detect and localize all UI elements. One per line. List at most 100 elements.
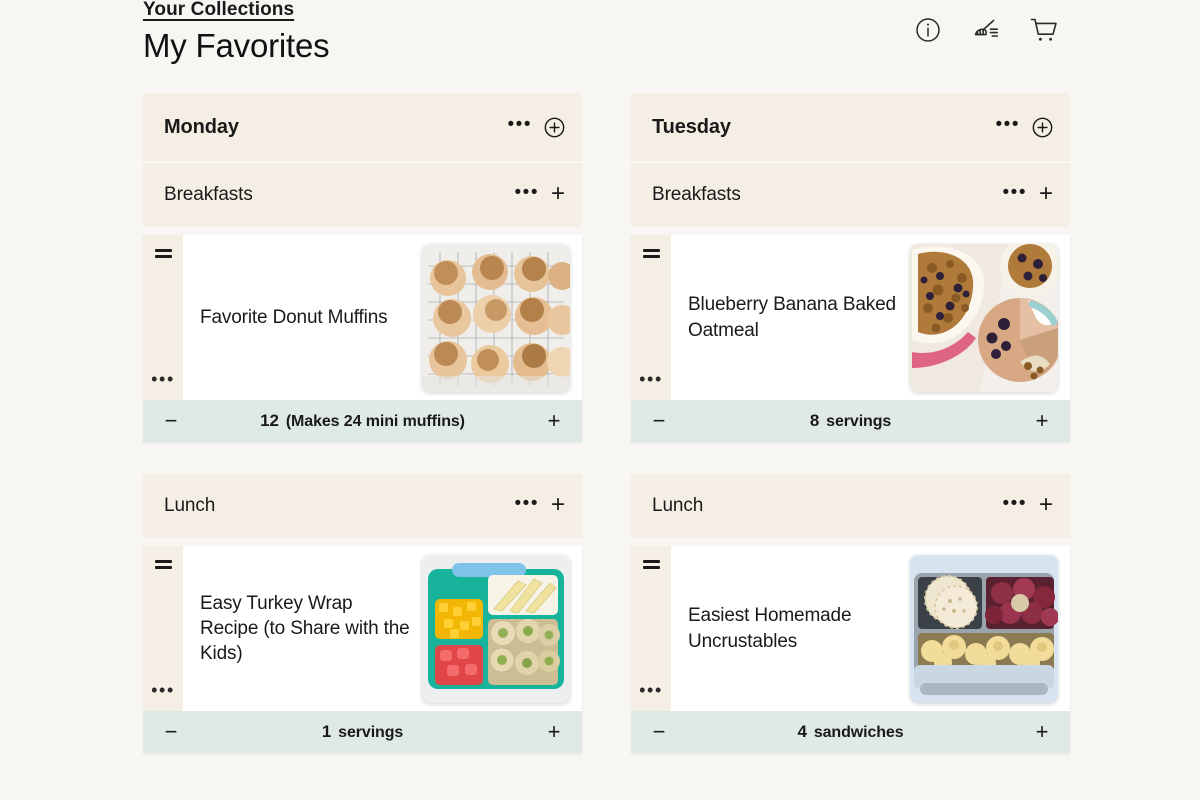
day-more-options-icon[interactable]: ••• bbox=[996, 115, 1020, 140]
servings-quantity: 1 bbox=[321, 722, 332, 741]
recipe-title[interactable]: Easiest Homemade Uncrustables bbox=[688, 603, 900, 653]
recipe-card-body: ••• Blueberry Banana Baked Oatmeal bbox=[631, 235, 1070, 400]
servings-value: 8 servings bbox=[670, 411, 1031, 431]
recipe-card-wrap: ••• Blueberry Banana Baked Oatmeal − 8 s… bbox=[631, 235, 1070, 442]
meal-section-title: Breakfasts bbox=[164, 184, 253, 205]
recipe-card[interactable]: ••• Easy Turkey Wrap Recipe (to Share wi… bbox=[143, 546, 582, 753]
recipe-card[interactable]: ••• Blueberry Banana Baked Oatmeal − 8 s… bbox=[631, 235, 1070, 442]
drag-handle-icon[interactable] bbox=[642, 249, 660, 258]
app-root: Your Collections My Favorites Monday •••… bbox=[0, 0, 1200, 800]
day-header-actions: ••• bbox=[508, 115, 565, 140]
meal-header-actions: ••• + bbox=[1003, 492, 1053, 520]
recipe-card-body: ••• Easy Turkey Wrap Recipe (to Share wi… bbox=[143, 546, 582, 711]
recipe-card-main: Blueberry Banana Baked Oatmeal bbox=[671, 235, 1070, 400]
servings-value: 12 (Makes 24 mini muffins) bbox=[182, 411, 543, 431]
meal-section-header: Lunch ••• + bbox=[631, 474, 1070, 538]
meal-add-icon[interactable]: + bbox=[551, 492, 565, 520]
recipe-card-main: Easiest Homemade Uncrustables bbox=[671, 546, 1070, 711]
meal-add-icon[interactable]: + bbox=[1039, 181, 1053, 209]
info-icon[interactable] bbox=[913, 14, 943, 46]
recipe-card-wrap: ••• Favorite Donut Muffins − 12 (Makes 2… bbox=[143, 235, 582, 442]
decrease-servings-button[interactable]: − bbox=[160, 410, 182, 432]
day-column-tuesday: Tuesday ••• Breakfasts ••• + ••• Blueber… bbox=[631, 93, 1070, 785]
meal-add-icon[interactable]: + bbox=[1039, 492, 1053, 520]
recipe-title[interactable]: Blueberry Banana Baked Oatmeal bbox=[688, 292, 900, 342]
increase-servings-button[interactable]: + bbox=[543, 410, 565, 432]
servings-quantity: 12 bbox=[260, 411, 279, 430]
recipe-title[interactable]: Easy Turkey Wrap Recipe (to Share with t… bbox=[200, 591, 412, 666]
meal-section-title: Lunch bbox=[652, 495, 704, 516]
servings-unit: servings bbox=[338, 724, 404, 741]
decrease-servings-button[interactable]: − bbox=[648, 721, 670, 743]
page-title: My Favorites bbox=[143, 27, 330, 64]
day-title: Tuesday bbox=[652, 115, 731, 138]
drag-handle-icon[interactable] bbox=[154, 560, 172, 569]
recipe-thumbnail[interactable] bbox=[422, 554, 570, 703]
decrease-servings-button[interactable]: − bbox=[160, 721, 182, 743]
meal-more-options-icon[interactable]: ••• bbox=[515, 183, 539, 208]
drag-handle-column[interactable]: ••• bbox=[631, 235, 671, 400]
recipe-more-options-icon[interactable]: ••• bbox=[151, 370, 175, 388]
recipe-card-body: ••• Easiest Homemade Uncrustables bbox=[631, 546, 1070, 711]
servings-quantity: 8 bbox=[809, 411, 820, 430]
meal-more-options-icon[interactable]: ••• bbox=[1003, 183, 1027, 208]
day-header-tuesday: Tuesday ••• bbox=[631, 93, 1070, 161]
drag-handle-column[interactable]: ••• bbox=[143, 235, 183, 400]
page-header: Your Collections My Favorites bbox=[0, 0, 1200, 80]
recipe-more-options-icon[interactable]: ••• bbox=[639, 370, 663, 388]
meal-header-actions: ••• + bbox=[1003, 181, 1053, 209]
header-actions bbox=[913, 14, 1059, 46]
drag-handle-column[interactable]: ••• bbox=[143, 546, 183, 711]
recipe-card[interactable]: ••• Favorite Donut Muffins − 12 (Makes 2… bbox=[143, 235, 582, 442]
recipe-title[interactable]: Favorite Donut Muffins bbox=[200, 305, 412, 330]
servings-value: 4 sandwiches bbox=[670, 722, 1031, 742]
recipe-more-options-icon[interactable]: ••• bbox=[151, 681, 175, 699]
day-header-monday: Monday ••• bbox=[143, 93, 582, 161]
meal-plan-grid: Monday ••• Breakfasts ••• + ••• Favorite… bbox=[143, 93, 1077, 785]
servings-stepper: − 8 servings + bbox=[631, 400, 1070, 442]
recipe-card-wrap: ••• Easiest Homemade Uncrustables − 4 sa… bbox=[631, 546, 1070, 753]
recipe-card-main: Easy Turkey Wrap Recipe (to Share with t… bbox=[183, 546, 582, 711]
increase-servings-button[interactable]: + bbox=[543, 721, 565, 743]
servings-value: 1 servings bbox=[182, 722, 543, 742]
meal-header-actions: ••• + bbox=[515, 181, 565, 209]
drag-handle-icon[interactable] bbox=[642, 560, 660, 569]
meal-more-options-icon[interactable]: ••• bbox=[515, 494, 539, 519]
day-header-actions: ••• bbox=[996, 115, 1053, 140]
meal-more-options-icon[interactable]: ••• bbox=[1003, 494, 1027, 519]
drag-handle-icon[interactable] bbox=[154, 249, 172, 258]
meal-section-header: Breakfasts ••• + bbox=[631, 163, 1070, 227]
decrease-servings-button[interactable]: − bbox=[648, 410, 670, 432]
servings-unit: (Makes 24 mini muffins) bbox=[285, 413, 465, 430]
day-add-circle-icon[interactable] bbox=[544, 117, 565, 138]
drag-handle-column[interactable]: ••• bbox=[631, 546, 671, 711]
cart-icon[interactable] bbox=[1029, 14, 1059, 46]
servings-quantity: 4 bbox=[797, 722, 807, 741]
servings-stepper: − 4 sandwiches + bbox=[631, 711, 1070, 753]
servings-stepper: − 12 (Makes 24 mini muffins) + bbox=[143, 400, 582, 442]
recipe-card-main: Favorite Donut Muffins bbox=[183, 235, 582, 400]
recipe-thumbnail[interactable] bbox=[910, 243, 1058, 392]
breadcrumb-your-collections[interactable]: Your Collections bbox=[143, 0, 294, 21]
recipe-card[interactable]: ••• Easiest Homemade Uncrustables − 4 sa… bbox=[631, 546, 1070, 753]
increase-servings-button[interactable]: + bbox=[1031, 410, 1053, 432]
servings-unit: servings bbox=[826, 413, 892, 430]
recipe-thumbnail[interactable] bbox=[910, 554, 1058, 703]
broom-icon[interactable] bbox=[971, 14, 1001, 46]
recipe-more-options-icon[interactable]: ••• bbox=[639, 681, 663, 699]
meal-section-title: Breakfasts bbox=[652, 184, 741, 205]
recipe-thumbnail[interactable] bbox=[422, 243, 570, 392]
meal-header-actions: ••• + bbox=[515, 492, 565, 520]
day-title: Monday bbox=[164, 115, 239, 138]
day-more-options-icon[interactable]: ••• bbox=[508, 115, 532, 140]
meal-section-header: Breakfasts ••• + bbox=[143, 163, 582, 227]
servings-stepper: − 1 servings + bbox=[143, 711, 582, 753]
meal-section-title: Lunch bbox=[164, 495, 216, 516]
meal-section-header: Lunch ••• + bbox=[143, 474, 582, 538]
meal-add-icon[interactable]: + bbox=[551, 181, 565, 209]
recipe-card-wrap: ••• Easy Turkey Wrap Recipe (to Share wi… bbox=[143, 546, 582, 753]
servings-unit: sandwiches bbox=[813, 724, 904, 741]
day-add-circle-icon[interactable] bbox=[1032, 117, 1053, 138]
increase-servings-button[interactable]: + bbox=[1031, 721, 1053, 743]
recipe-card-body: ••• Favorite Donut Muffins bbox=[143, 235, 582, 400]
